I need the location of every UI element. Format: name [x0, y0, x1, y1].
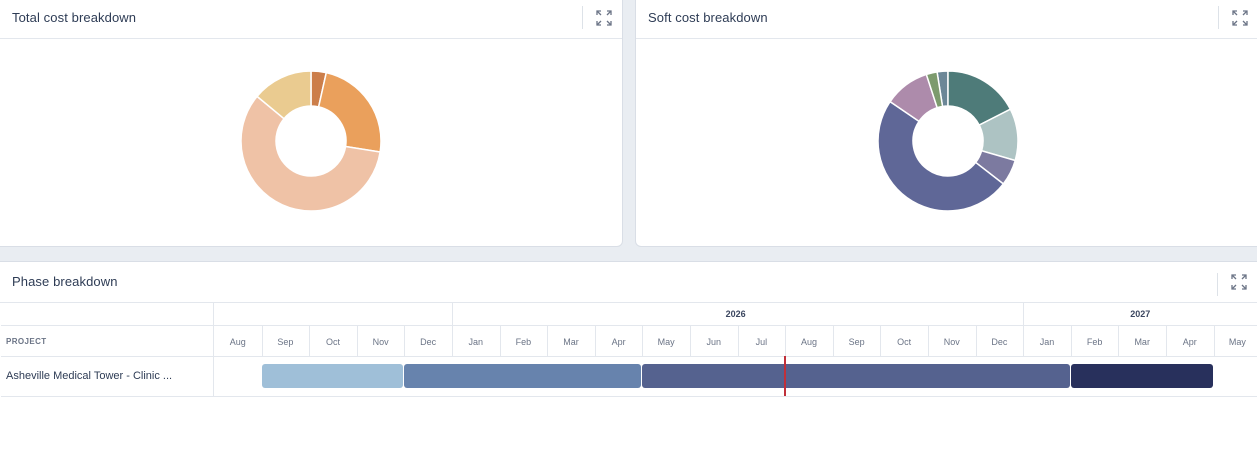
month-label: Oct	[897, 337, 912, 347]
year-header-row: 2026 2027	[1, 302, 1257, 326]
donut-slice[interactable]	[317, 71, 382, 153]
year-divider	[1023, 302, 1025, 325]
month-divider	[785, 326, 787, 356]
expand-icon[interactable]	[1231, 9, 1249, 27]
month-divider	[737, 326, 739, 356]
year-label: 2027	[1130, 309, 1151, 319]
project-column-divider	[213, 302, 214, 396]
phase-breakdown-header: Phase breakdown	[0, 262, 1257, 303]
month-label: Sep	[848, 337, 865, 347]
month-divider	[1070, 326, 1072, 356]
header-divider	[1217, 273, 1218, 296]
month-label: Nov	[372, 337, 389, 347]
header-divider	[1218, 6, 1219, 29]
month-divider	[975, 326, 977, 356]
month-divider	[356, 326, 358, 356]
month-label: May	[1228, 337, 1246, 347]
header-divider	[582, 6, 583, 29]
month-label: May	[657, 337, 675, 347]
month-label: Jan	[468, 337, 484, 347]
phase-bar[interactable]	[1070, 364, 1213, 388]
year-divider	[452, 302, 453, 325]
month-label: Nov	[943, 337, 960, 347]
expand-icon[interactable]	[595, 9, 613, 27]
month-label: Aug	[229, 337, 246, 347]
month-divider	[1023, 326, 1025, 356]
month-label: Aug	[800, 337, 817, 347]
month-divider	[1213, 326, 1215, 356]
month-divider	[499, 326, 501, 356]
phase-bar[interactable]	[261, 364, 404, 388]
project-name[interactable]: Asheville Medical Tower - Clinic ...	[6, 370, 196, 382]
month-label: Jul	[755, 337, 768, 347]
soft-cost-title: Soft cost breakdown	[648, 10, 768, 25]
month-divider	[547, 326, 549, 356]
soft-cost-card: Soft cost breakdown	[635, 0, 1257, 247]
month-label: Dec	[420, 337, 437, 347]
expand-icon[interactable]	[1230, 273, 1248, 291]
month-label: Feb	[515, 337, 532, 347]
month-label: Feb	[1086, 337, 1103, 347]
month-divider	[404, 326, 406, 356]
month-divider	[1118, 326, 1120, 356]
project-row[interactable]: Asheville Medical Tower - Clinic ...	[1, 356, 1257, 397]
month-divider	[452, 326, 453, 356]
month-divider	[832, 326, 834, 356]
month-label: Apr	[1182, 337, 1197, 347]
month-label: Oct	[325, 337, 340, 347]
month-divider	[642, 326, 644, 356]
month-divider	[594, 326, 596, 356]
month-label: Mar	[1134, 337, 1150, 347]
month-label: Jun	[706, 337, 722, 347]
phase-bar[interactable]	[642, 364, 1070, 388]
total-cost-donut	[240, 70, 382, 212]
month-label: Dec	[991, 337, 1008, 347]
soft-cost-donut	[877, 70, 1019, 212]
total-cost-header: Total cost breakdown	[0, 0, 622, 39]
phase-bar[interactable]	[404, 364, 642, 388]
soft-cost-header: Soft cost breakdown	[636, 0, 1257, 39]
month-label: Jan	[1039, 337, 1055, 347]
month-divider	[1166, 326, 1167, 356]
project-column-header: PROJECT	[6, 337, 47, 346]
month-label: Mar	[563, 337, 579, 347]
month-divider	[261, 326, 263, 356]
month-label: Apr	[611, 337, 626, 347]
today-marker	[784, 356, 787, 396]
month-label: Sep	[277, 337, 294, 347]
month-divider	[880, 326, 882, 356]
total-cost-title: Total cost breakdown	[12, 10, 137, 25]
month-divider	[690, 326, 691, 356]
total-cost-card: Total cost breakdown	[0, 0, 623, 247]
month-divider	[928, 326, 929, 356]
phase-breakdown-title: Phase breakdown	[12, 274, 118, 289]
year-label: 2026	[725, 309, 746, 319]
phase-breakdown-card: Phase breakdown 2026 2027 Aug Sep Oct Nov Dec…	[0, 261, 1257, 471]
month-header-row: Aug Sep Oct Nov Dec Jan Feb Mar Apr May Jun Jul Aug S…	[1, 326, 1257, 357]
month-divider	[309, 326, 311, 356]
